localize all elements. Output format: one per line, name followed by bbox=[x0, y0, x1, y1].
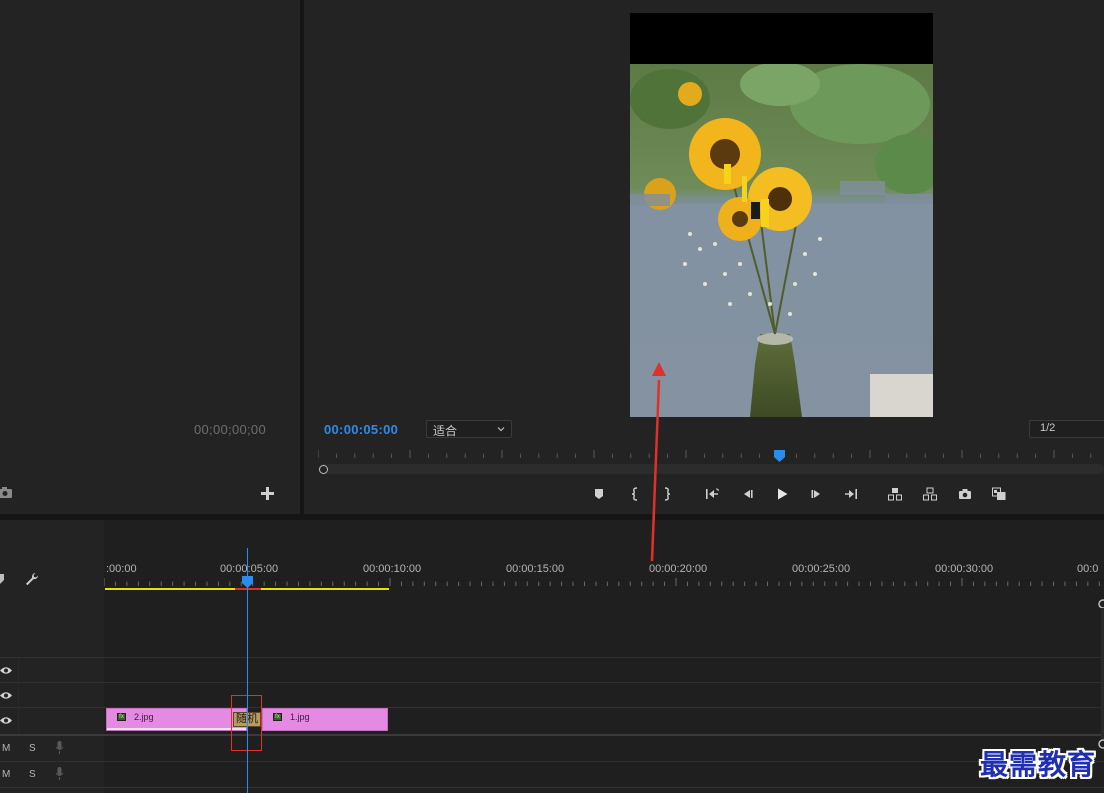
mute-track-button[interactable]: M bbox=[2, 743, 10, 754]
toggle-track-output-eye-icon[interactable] bbox=[0, 666, 13, 675]
track-divider bbox=[0, 682, 1104, 683]
ruler-label: :00:00 bbox=[106, 563, 137, 575]
program-timecode[interactable]: 00:00:05:00 bbox=[324, 422, 398, 437]
snap-icon[interactable] bbox=[0, 574, 4, 584]
solo-track-button[interactable]: S bbox=[29, 769, 36, 780]
lift-icon bbox=[888, 488, 902, 501]
ruler-label: 00:00:25:00 bbox=[792, 563, 851, 575]
fx-badge-icon[interactable]: fx bbox=[117, 713, 126, 721]
source-monitor-panel: 00;00;00;00 bbox=[0, 0, 300, 514]
track-header-divider bbox=[18, 658, 19, 734]
step-forward-button[interactable] bbox=[808, 485, 826, 503]
ruler-label: 00:0 bbox=[1077, 563, 1099, 575]
step-forward-icon bbox=[811, 490, 820, 498]
mute-track-button[interactable]: M bbox=[2, 769, 10, 780]
step-back-icon bbox=[744, 490, 753, 498]
clip-name: 1.jpg bbox=[290, 712, 310, 722]
extract-icon bbox=[923, 487, 937, 501]
camera-icon[interactable] bbox=[0, 487, 12, 498]
fx-badge-icon[interactable]: fx bbox=[273, 713, 282, 721]
play-button[interactable] bbox=[773, 485, 791, 503]
add-button-icon[interactable] bbox=[261, 487, 274, 500]
chevron-down-icon bbox=[497, 427, 505, 432]
go-to-out-button[interactable] bbox=[842, 485, 860, 503]
toggle-track-output-eye-icon[interactable] bbox=[0, 691, 13, 700]
track-divider bbox=[0, 657, 1104, 658]
watermark-text: 最需教育 bbox=[980, 748, 1097, 781]
ruler-label: 00:00:10:00 bbox=[363, 563, 422, 575]
microphone-icon[interactable] bbox=[55, 741, 64, 754]
zoom-level-value: 适合 bbox=[433, 424, 458, 438]
clip-name: 2.jpg bbox=[134, 712, 154, 722]
solo-track-button[interactable]: S bbox=[29, 743, 36, 754]
wrench-icon[interactable] bbox=[25, 572, 39, 586]
play-icon bbox=[778, 488, 788, 500]
ruler-label: 00:00:15:00 bbox=[506, 563, 565, 575]
step-back-button[interactable] bbox=[738, 485, 756, 503]
video-audio-divider bbox=[0, 734, 1104, 736]
compare-view-icon bbox=[992, 487, 1006, 500]
annotation-arrow bbox=[650, 362, 666, 562]
ruler-label: 00:00:05:00 bbox=[220, 563, 279, 575]
extract-button[interactable] bbox=[921, 485, 939, 503]
go-to-out-icon bbox=[845, 489, 857, 499]
track-divider bbox=[0, 787, 1104, 788]
comparison-view-button[interactable] bbox=[990, 485, 1008, 503]
microphone-icon[interactable] bbox=[55, 767, 64, 780]
timeline-clip-2jpg[interactable]: fx 2.jpg bbox=[106, 708, 247, 731]
lift-button[interactable] bbox=[886, 485, 904, 503]
render-status-bar bbox=[235, 588, 261, 590]
ruler-label: 00:00:30:00 bbox=[935, 563, 994, 575]
timeline-vertical-scrollbar[interactable] bbox=[1098, 598, 1104, 793]
toggle-track-output-eye-icon[interactable] bbox=[0, 716, 13, 725]
zoom-level-select[interactable]: 适合 bbox=[426, 420, 512, 438]
playhead-icon[interactable] bbox=[774, 450, 785, 462]
export-frame-button[interactable] bbox=[956, 485, 974, 503]
track-divider bbox=[0, 761, 1104, 762]
timeline-clip-1jpg[interactable]: fx 1.jpg bbox=[262, 708, 388, 731]
camera-icon bbox=[959, 489, 971, 499]
zoom-scroll-handle[interactable] bbox=[319, 465, 328, 474]
resolution-value: 1/2 bbox=[1040, 422, 1056, 434]
source-timecode[interactable]: 00;00;00;00 bbox=[194, 422, 266, 437]
playback-resolution-select[interactable]: 1/2 bbox=[1029, 420, 1104, 438]
playhead-icon[interactable] bbox=[242, 576, 253, 588]
